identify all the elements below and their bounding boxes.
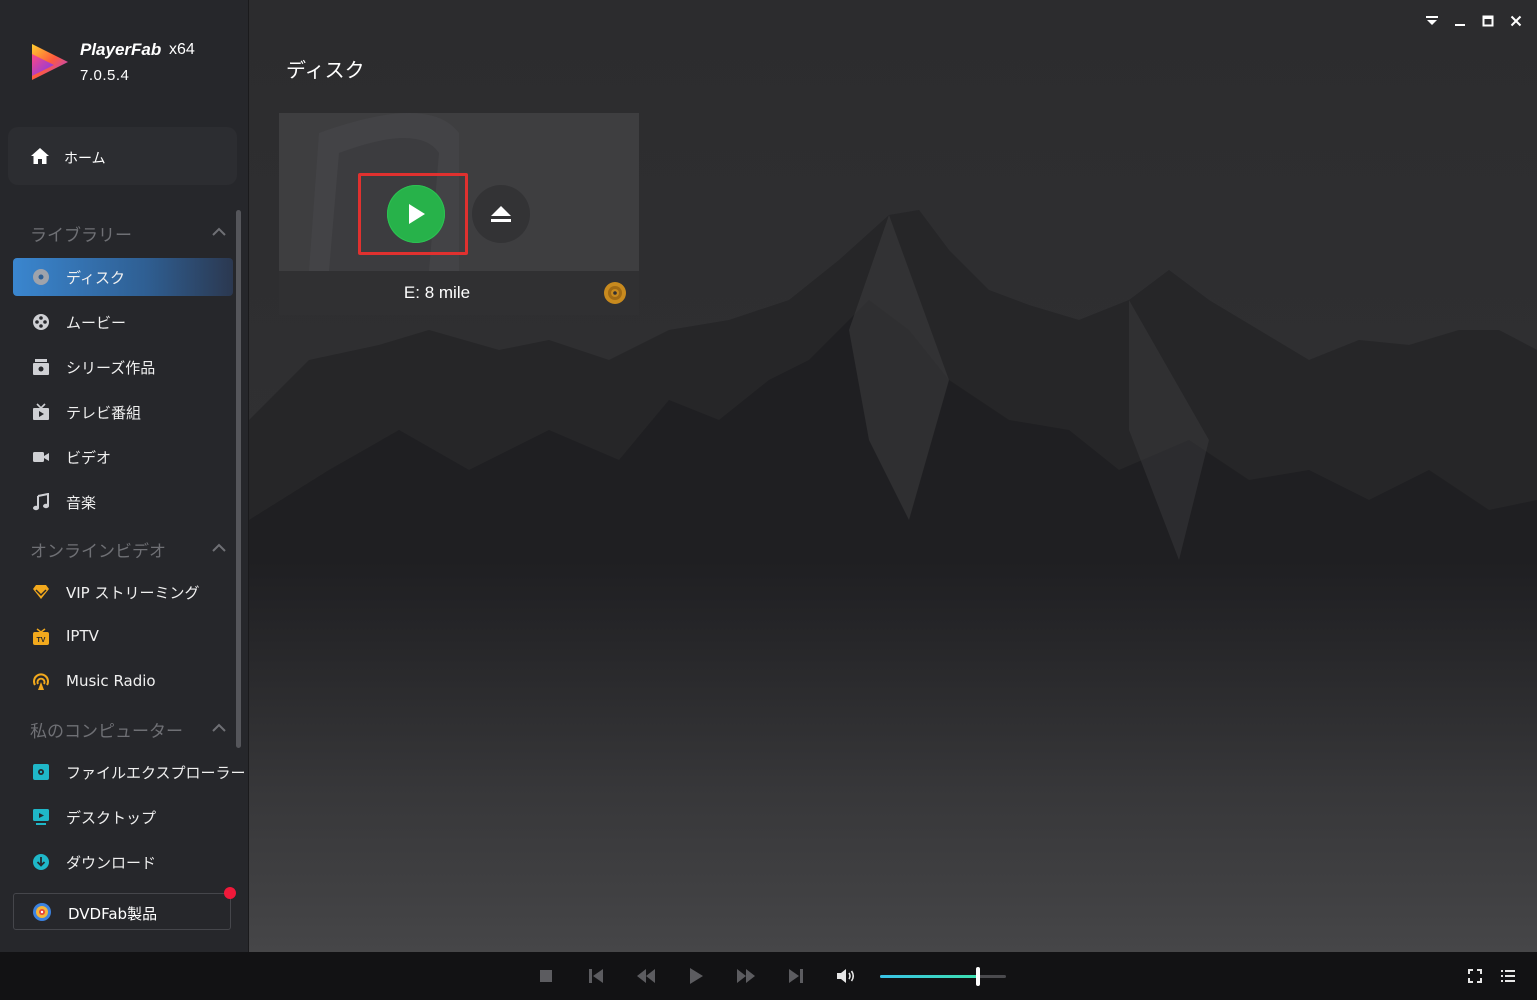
music-note-icon xyxy=(31,493,51,511)
sidebar-item-home[interactable]: ホーム xyxy=(8,127,237,185)
chevron-up-icon[interactable] xyxy=(212,543,226,552)
sidebar-item-label: IPTV xyxy=(66,627,99,645)
radio-icon xyxy=(31,673,51,691)
section-my-computer[interactable]: 私のコンピューター xyxy=(30,717,230,742)
download-icon xyxy=(31,853,51,871)
brand: PlayerFab x64 7.0.5.4 xyxy=(28,38,238,88)
vip-diamond-icon xyxy=(31,583,51,601)
maximize-icon[interactable] xyxy=(1481,14,1495,28)
volume-slider-fill xyxy=(880,975,979,978)
app-version: 7.0.5.4 xyxy=(80,67,130,84)
next-icon[interactable] xyxy=(786,966,806,986)
sidebar-item-label: VIP ストリーミング xyxy=(66,584,200,602)
home-icon xyxy=(31,148,49,164)
minimize-icon[interactable] xyxy=(1453,14,1467,28)
stop-icon[interactable] xyxy=(536,966,556,986)
app-name: PlayerFab xyxy=(80,40,162,59)
video-camera-icon xyxy=(31,448,51,466)
sidebar-item-series[interactable]: シリーズ作品 xyxy=(13,348,233,386)
sidebar-item-download[interactable]: ダウンロード xyxy=(13,843,233,881)
highlight-box xyxy=(358,173,468,255)
disc-label: E: 8 mile xyxy=(403,283,471,302)
volume-slider[interactable] xyxy=(880,967,1006,986)
dvdfab-logo-icon xyxy=(33,903,51,921)
window-controls xyxy=(1425,14,1523,28)
eject-icon xyxy=(491,206,511,222)
sidebar-item-label: ホーム xyxy=(64,151,106,167)
sidebar-item-label: Music Radio xyxy=(66,672,156,690)
fullscreen-icon[interactable] xyxy=(1465,966,1485,986)
svg-text:TV: TV xyxy=(37,637,46,644)
app-arch: x64 xyxy=(169,41,195,58)
sidebar-item-label: ファイルエクスプローラー xyxy=(66,764,246,782)
section-label: ライブラリー xyxy=(30,226,132,246)
file-explorer-icon xyxy=(31,763,51,781)
sidebar-item-label: 音楽 xyxy=(66,494,97,512)
sidebar-item-label: シリーズ作品 xyxy=(66,359,156,377)
playerfab-logo xyxy=(32,44,68,80)
disc-type-icon xyxy=(604,282,626,304)
dvdfab-products-label: DVDFab製品 xyxy=(68,905,158,923)
sidebar-item-desktop[interactable]: デスクトップ xyxy=(13,798,233,836)
volume-slider-handle[interactable] xyxy=(976,967,981,986)
previous-icon[interactable] xyxy=(586,966,606,986)
section-online-video[interactable]: オンラインビデオ xyxy=(30,537,230,562)
sidebar-scrollbar[interactable] xyxy=(236,210,241,748)
menu-dropdown-icon[interactable] xyxy=(1425,14,1439,28)
disc-thumbnail xyxy=(279,113,639,271)
sidebar-item-music-radio[interactable]: Music Radio xyxy=(13,663,233,701)
section-label: 私のコンピューター xyxy=(30,722,183,742)
player-control-bar xyxy=(0,952,1537,1000)
dvdfab-products-button[interactable]: DVDFab製品 xyxy=(13,887,236,930)
sidebar-item-music[interactable]: 音楽 xyxy=(13,483,233,521)
sidebar-item-file-explorer[interactable]: ファイルエクスプローラー xyxy=(13,753,246,791)
eject-button[interactable] xyxy=(472,185,530,243)
series-icon xyxy=(31,358,51,376)
section-label: オンラインビデオ xyxy=(30,542,166,562)
playlist-icon[interactable] xyxy=(1498,966,1518,986)
sidebar: PlayerFab x64 7.0.5.4 ホーム ライブラリー ディスク ムー… xyxy=(0,0,249,952)
sidebar-item-label: ビデオ xyxy=(66,449,112,467)
fast-forward-icon[interactable] xyxy=(736,966,756,986)
sidebar-item-movies[interactable]: ムービー xyxy=(13,303,233,341)
sidebar-item-vip-streaming[interactable]: VIP ストリーミング xyxy=(13,573,233,611)
sidebar-item-label: テレビ番組 xyxy=(66,404,142,422)
notification-dot xyxy=(224,887,236,899)
page-title: ディスク xyxy=(286,58,365,82)
sidebar-item-label: ダウンロード xyxy=(66,854,157,872)
iptv-icon: TV xyxy=(31,628,51,646)
section-library[interactable]: ライブラリー xyxy=(30,221,230,246)
sidebar-item-iptv[interactable]: TV IPTV xyxy=(13,618,233,656)
play-icon[interactable] xyxy=(686,966,706,986)
close-icon[interactable] xyxy=(1509,14,1523,28)
sidebar-item-label: ディスク xyxy=(66,269,125,287)
chevron-up-icon[interactable] xyxy=(212,227,226,236)
disc-card[interactable]: E: 8 mile xyxy=(279,113,639,315)
volume-icon[interactable] xyxy=(836,966,856,986)
sidebar-item-label: ムービー xyxy=(66,314,127,332)
main-content: ディスク E: 8 mile xyxy=(249,0,1537,952)
chevron-up-icon[interactable] xyxy=(212,723,226,732)
sidebar-item-disc[interactable]: ディスク xyxy=(13,258,233,296)
rewind-icon[interactable] xyxy=(636,966,656,986)
sidebar-item-video[interactable]: ビデオ xyxy=(13,438,233,476)
sidebar-item-label: デスクトップ xyxy=(66,809,157,827)
tv-icon xyxy=(31,403,51,421)
disc-caption: E: 8 mile xyxy=(279,271,639,315)
film-reel-icon xyxy=(31,313,51,331)
sidebar-item-tv[interactable]: テレビ番組 xyxy=(13,393,233,431)
disc-icon xyxy=(31,268,51,286)
desktop-icon xyxy=(31,808,51,826)
